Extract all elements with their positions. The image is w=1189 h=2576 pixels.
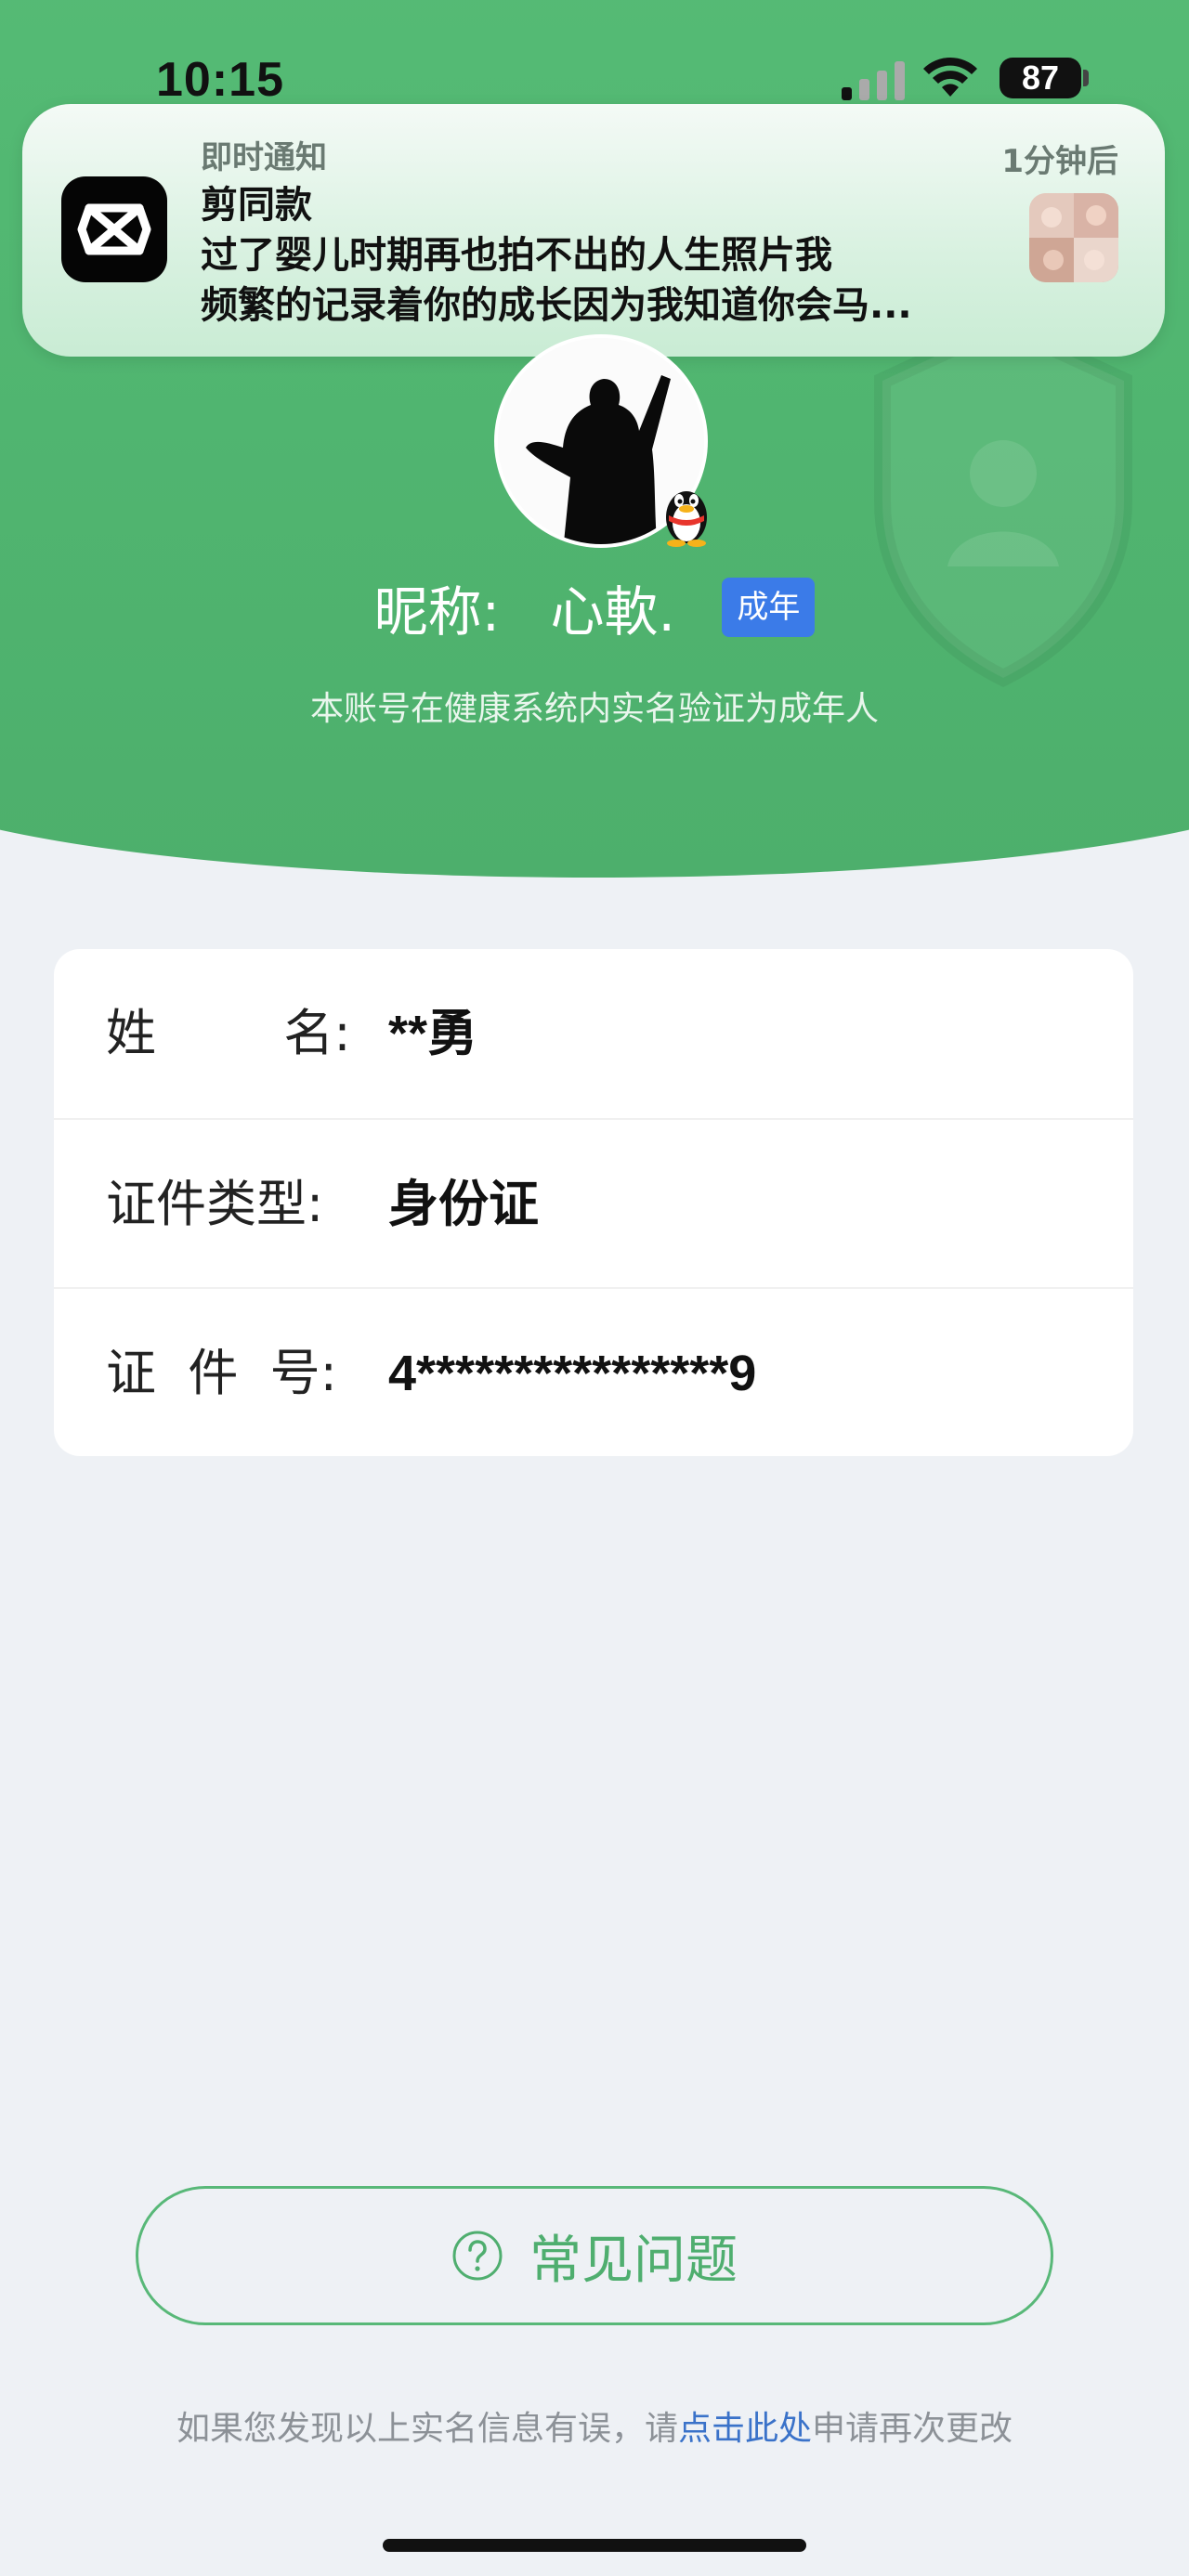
battery-indicator: 87 (1000, 58, 1081, 98)
page: 10:15 87 即时通知 1分钟后 剪同款 过了婴儿时期再也拍不出的人生照片我… (0, 0, 1189, 2576)
nickname-row: 昵称: 心軟. 成年 (0, 568, 1189, 646)
nickname-label: 昵称: (373, 580, 501, 644)
capcut-icon (61, 176, 167, 282)
verification-text: 本账号在健康系统内实名验证为成年人 (309, 690, 879, 728)
footer-prefix: 如果您发现以上实名信息有误，请 (176, 2410, 678, 2448)
info-label-id-type: 证件类型: (106, 1175, 324, 1233)
notification-banner[interactable]: 即时通知 1分钟后 剪同款 过了婴儿时期再也拍不出的人生照片我 频繁的记录着你的… (22, 104, 1165, 357)
notification-thumbnail (1029, 193, 1118, 282)
faq-button[interactable]: 常见问题 (136, 2186, 1053, 2325)
adult-badge: 成年 (722, 578, 816, 637)
info-label-name: 姓 名: (106, 1004, 351, 1062)
notification-category: 即时通知 (201, 139, 327, 176)
nickname-value: 心軟. (550, 580, 675, 644)
notification-message-line1: 过了婴儿时期再也拍不出的人生照片我 (201, 234, 832, 277)
battery-tip (1083, 70, 1089, 86)
footer-suffix: 申请再次更改 (812, 2410, 1013, 2448)
question-circle-icon (452, 2231, 503, 2281)
qq-penguin-icon (666, 491, 707, 547)
info-row-id-number: 证 件 号: 4****************9 (54, 1287, 1133, 1456)
info-value-id-number: 4****************9 (388, 1346, 757, 1401)
home-indicator[interactable] (383, 2539, 806, 2552)
footer-note: 如果您发现以上实名信息有误，请点击此处申请再次更改 (0, 2401, 1189, 2450)
cellular-signal-icon (842, 61, 905, 100)
info-label-id-number: 证 件 号: (106, 1344, 337, 1402)
faq-label: 常见问题 (529, 2230, 738, 2291)
info-value-id-type: 身份证 (388, 1177, 539, 1232)
info-value-name: **勇 (388, 1006, 478, 1061)
request-change-link[interactable]: 点击此处 (678, 2410, 812, 2448)
info-row-id-type: 证件类型: 身份证 (54, 1118, 1133, 1287)
status-time: 10:15 (156, 53, 284, 107)
info-row-name: 姓 名: **勇 (54, 949, 1133, 1118)
notification-time: 1分钟后 (1001, 143, 1118, 180)
identity-info-card: 姓 名: **勇 证件类型: 身份证 证 件 号: 4*************… (54, 949, 1133, 1456)
notification-app-name: 剪同款 (201, 184, 312, 227)
notification-message-line2: 频繁的记录着你的成长因为我知道你会马... (201, 284, 912, 327)
wifi-icon (923, 57, 977, 97)
